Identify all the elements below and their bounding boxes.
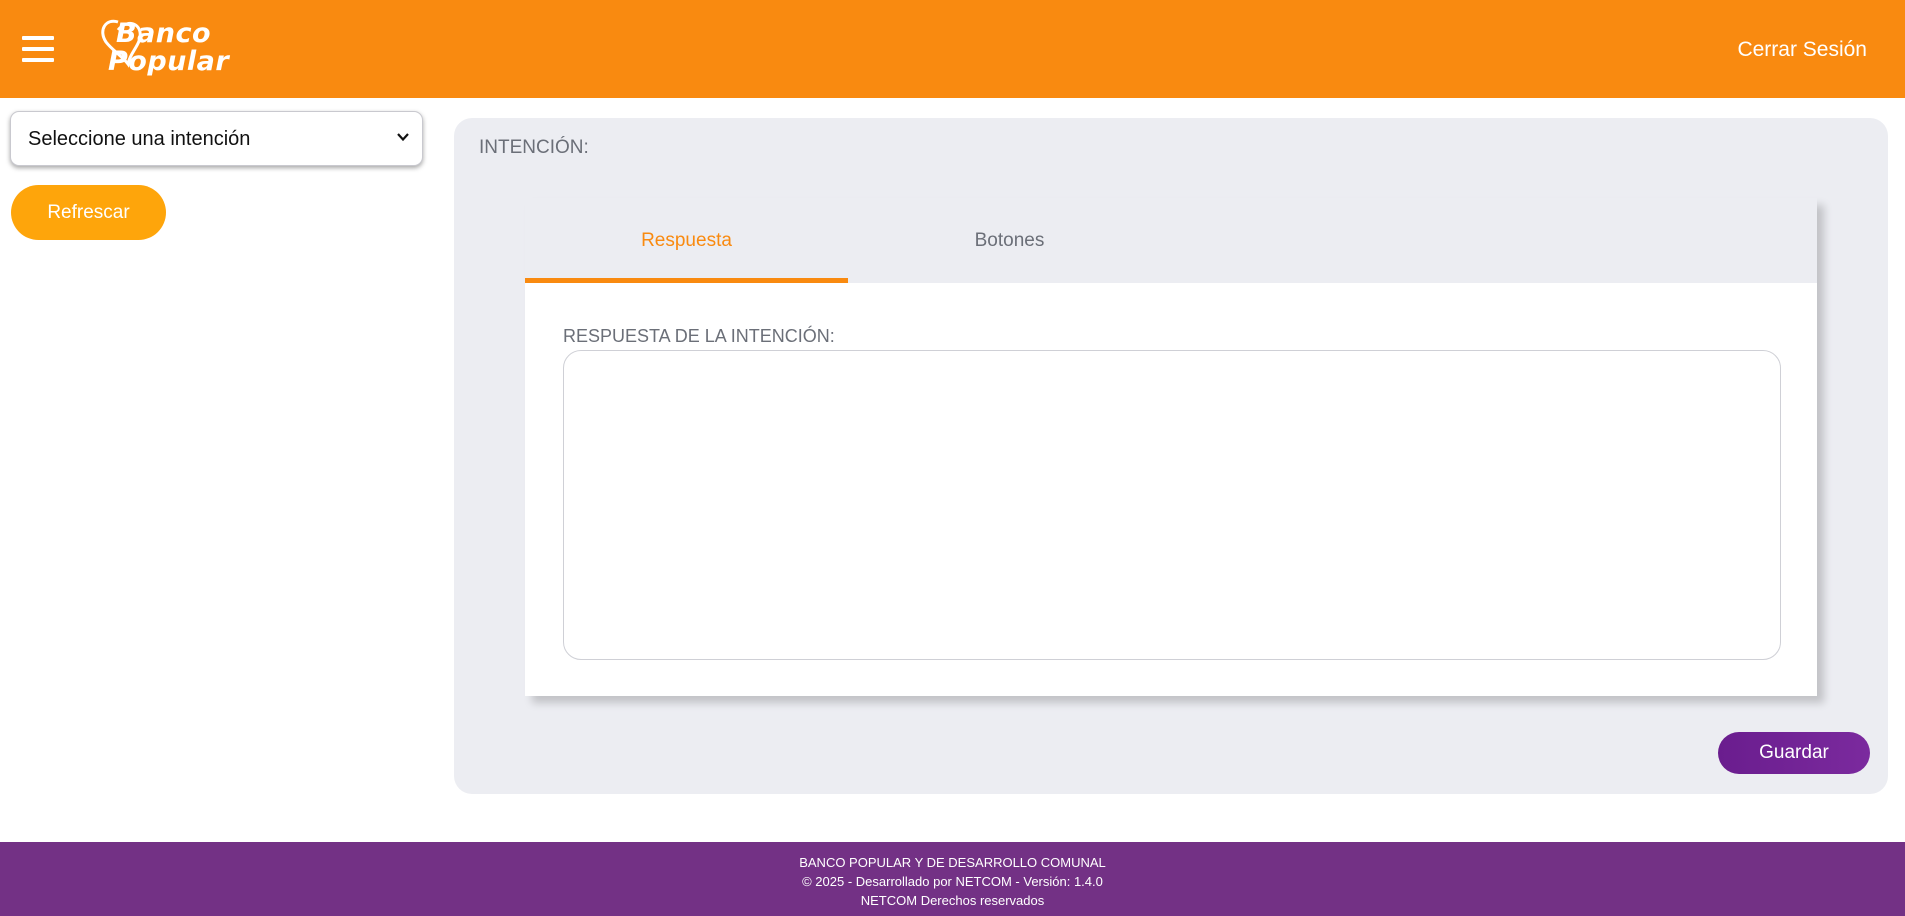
footer-copyright: © 2025 - Desarrollado por NETCOM - Versi…	[802, 874, 1103, 889]
page-footer: BANCO POPULAR Y DE DESARROLLO COMUNAL © …	[0, 842, 1905, 916]
intent-select[interactable]: Seleccione una intención	[10, 111, 423, 166]
tab-botones[interactable]: Botones	[848, 198, 1171, 283]
intent-card: Respuesta Botones RESPUESTA DE LA INTENC…	[525, 198, 1817, 696]
tab-bar: Respuesta Botones	[525, 198, 1817, 283]
tab-respuesta[interactable]: Respuesta	[525, 198, 848, 283]
logo-text-popular: Popular	[108, 46, 230, 77]
save-button[interactable]: Guardar	[1718, 732, 1870, 774]
footer-rights: NETCOM Derechos reservados	[860, 893, 1045, 908]
footer-company: BANCO POPULAR Y DE DESARROLLO COMUNAL	[799, 855, 1106, 870]
chevron-down-icon	[397, 133, 409, 142]
intent-title: INTENCIÓN:	[479, 137, 589, 158]
hamburger-menu-icon[interactable]	[22, 36, 54, 62]
answer-textarea[interactable]	[563, 350, 1781, 660]
answer-label: RESPUESTA DE LA INTENCIÓN:	[563, 326, 835, 346]
top-header: Banco Popular Cerrar Sesión	[0, 0, 1905, 98]
intent-select-value: Seleccione una intención	[28, 128, 251, 150]
logout-link[interactable]: Cerrar Sesión	[1737, 38, 1867, 62]
intent-panel: INTENCIÓN: Respuesta Botones RESPUESTA D…	[454, 118, 1888, 794]
logo-text-banco: Banco	[116, 18, 212, 49]
bank-logo: Banco Popular	[96, 16, 256, 82]
refresh-button[interactable]: Refrescar	[11, 185, 166, 240]
